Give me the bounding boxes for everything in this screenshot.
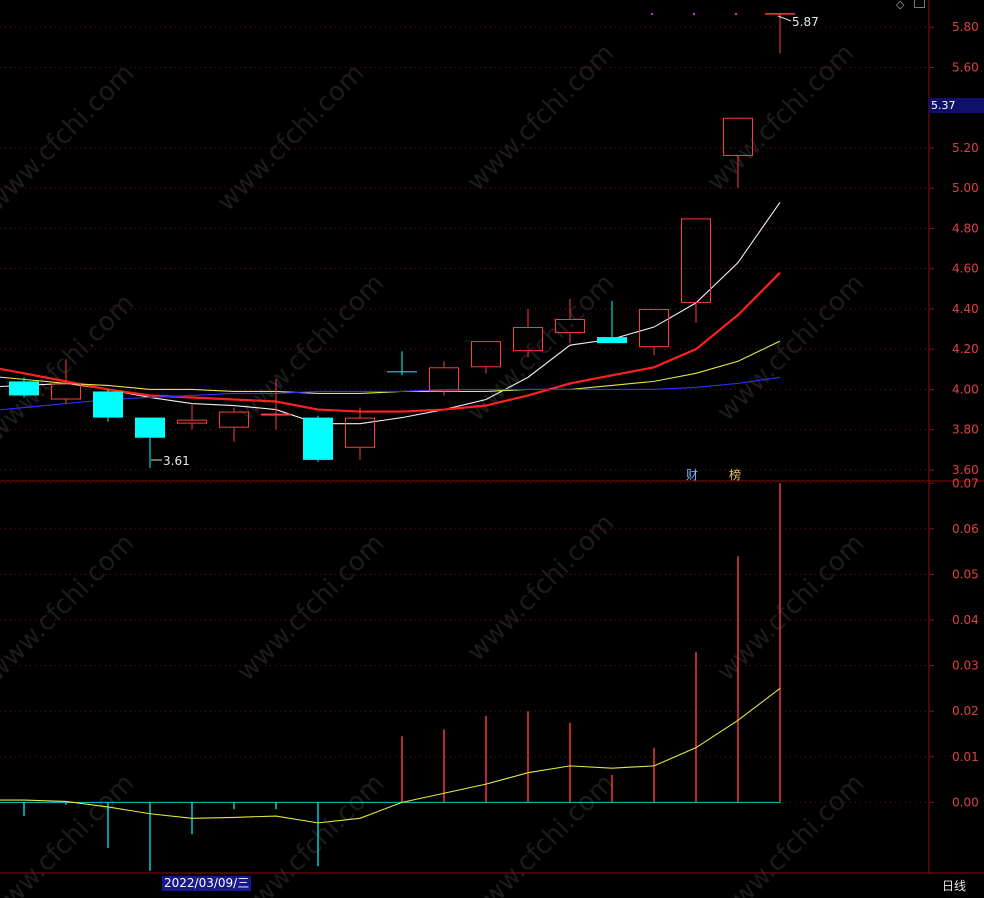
stock-chart[interactable]: www.cfchi.com www.cfchi.com www.cfchi.com w… <box>0 0 984 898</box>
rank-tag[interactable]: 榜 <box>729 466 741 483</box>
indicator-tick-label: 0.06 <box>952 522 979 536</box>
top-dot <box>692 12 696 16</box>
top-dot <box>734 12 738 16</box>
indicator-tick-label: 0.02 <box>952 704 979 718</box>
indicator-tick-label: 0.00 <box>952 795 979 809</box>
indicator-tick-label: 0.05 <box>952 567 979 581</box>
diamond-icon[interactable]: ◇ <box>896 0 904 11</box>
price-tick-label: 4.40 <box>952 302 979 316</box>
price-tick-label: 3.60 <box>952 463 979 477</box>
candle-body <box>765 13 795 15</box>
price-tick-label: 4.80 <box>952 221 979 235</box>
candle-body <box>93 391 123 418</box>
candle-body <box>303 417 333 460</box>
indicator-tick-label: 0.03 <box>952 659 979 673</box>
current-price-badge: 5.37 <box>929 98 984 113</box>
candle-body <box>387 371 417 373</box>
window-icon[interactable] <box>914 0 925 8</box>
indicator-tick-label: 0.07 <box>952 476 979 490</box>
price-tick-label: 5.60 <box>952 60 979 74</box>
finance-tag[interactable]: 财 <box>686 466 698 483</box>
candle-body <box>9 381 39 396</box>
price-tick-label: 4.00 <box>952 382 979 396</box>
top-dot <box>650 12 654 16</box>
period-selector[interactable]: 日线 <box>942 877 966 894</box>
low-marker-label: 3.61 <box>163 454 190 468</box>
price-tick-label: 5.20 <box>952 141 979 155</box>
price-tick-label: 4.60 <box>952 262 979 276</box>
cursor-date-label: 2022/03/09/三 <box>162 876 252 891</box>
indicator-tick-label: 0.01 <box>952 750 979 764</box>
indicator-tick-label: 0.04 <box>952 613 979 627</box>
candle-body <box>135 417 165 438</box>
price-tick-label: 4.20 <box>952 342 979 356</box>
high-marker-label: 5.87 <box>792 15 819 29</box>
price-tick-label: 5.80 <box>952 20 979 34</box>
candle-body <box>597 337 627 344</box>
price-tick-label: 5.00 <box>952 181 979 195</box>
price-tick-label: 3.80 <box>952 423 979 437</box>
